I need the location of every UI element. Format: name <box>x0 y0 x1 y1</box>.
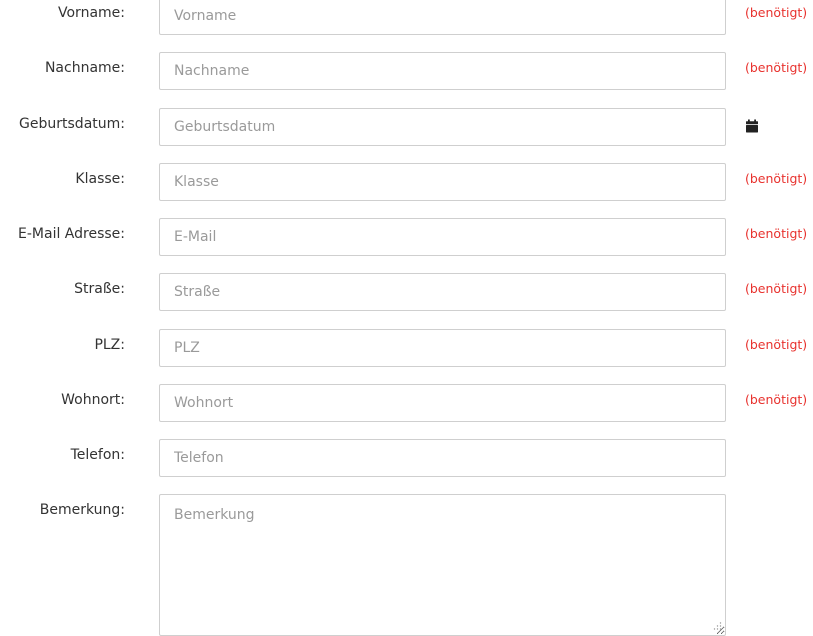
form-row-wohnort: Wohnort: (benötigt) <box>0 384 813 422</box>
form-row-vorname: Vorname: (benötigt) <box>0 0 813 35</box>
required-indicator: (benötigt) <box>745 281 808 296</box>
calendar-icon-graphic <box>746 119 758 133</box>
resize-grip-graphic <box>713 622 722 630</box>
bemerkung-textarea[interactable] <box>159 494 726 636</box>
strasse-input[interactable] <box>159 273 726 311</box>
required-indicator: (benötigt) <box>745 171 808 186</box>
field-label: Vorname: <box>58 5 125 21</box>
form-row-bemerkung: Bemerkung: <box>0 494 813 636</box>
resize-handle-icon[interactable] <box>712 618 722 630</box>
field-label: Bemerkung: <box>39 502 125 518</box>
form-row-nachname: Nachname: (benötigt) <box>0 52 813 90</box>
field-label: E-Mail Adresse: <box>18 226 125 242</box>
field-label: Straße: <box>74 281 125 297</box>
field-label: Telefon: <box>70 447 125 463</box>
field-label: Geburtsdatum: <box>19 116 125 132</box>
field-label: Wohnort: <box>61 392 125 408</box>
calendar-icon[interactable] <box>745 119 759 133</box>
vorname-input[interactable] <box>159 0 726 35</box>
email-input[interactable] <box>159 218 726 256</box>
klasse-input[interactable] <box>159 163 726 201</box>
required-indicator: (benötigt) <box>745 60 808 75</box>
field-label: PLZ: <box>94 337 125 353</box>
geburtsdatum-input[interactable] <box>159 108 726 146</box>
field-label: Klasse: <box>75 171 125 187</box>
form-row-strasse: Straße: (benötigt) <box>0 273 813 311</box>
telefon-input[interactable] <box>159 439 726 477</box>
plz-input[interactable] <box>159 329 726 367</box>
form-row-geburtsdatum: Geburtsdatum: <box>0 108 813 146</box>
wohnort-input[interactable] <box>159 384 726 422</box>
nachname-input[interactable] <box>159 52 726 90</box>
field-label: Nachname: <box>44 60 125 76</box>
form-row-klasse: Klasse: (benötigt) <box>0 163 813 201</box>
required-indicator: (benötigt) <box>745 226 808 241</box>
required-indicator: (benötigt) <box>745 5 808 20</box>
form-row-telefon: Telefon: <box>0 439 813 477</box>
required-indicator: (benötigt) <box>745 392 808 407</box>
required-indicator: (benötigt) <box>745 337 808 352</box>
form-row-email: E-Mail Adresse: (benötigt) <box>0 218 813 256</box>
form-row-plz: PLZ: (benötigt) <box>0 329 813 367</box>
